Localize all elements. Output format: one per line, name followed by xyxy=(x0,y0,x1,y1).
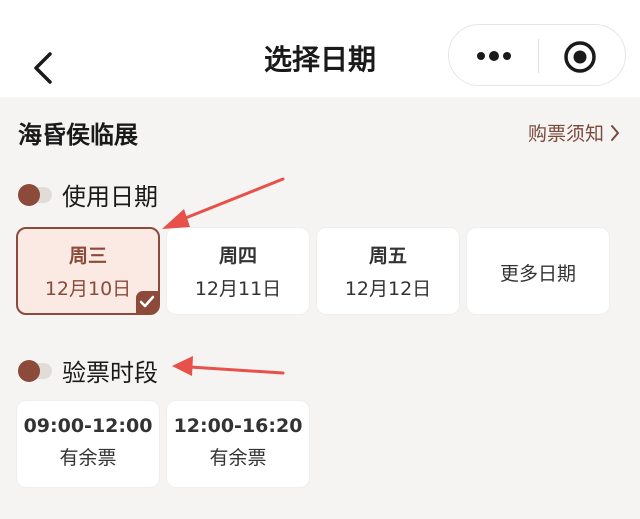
time-slot-status: 有余票 xyxy=(209,447,267,469)
navigation-bar: 选择日期 xyxy=(0,0,640,97)
time-section-title: 验票时段 xyxy=(62,359,158,387)
ticket-notice-label: 购票须知 xyxy=(527,123,604,145)
exhibit-title: 海昏侯临展 xyxy=(18,121,138,149)
time-slot-time: 09:00-12:00 xyxy=(23,415,153,437)
date-option[interactable]: 周三 12月10日 xyxy=(16,227,160,315)
date-section-title: 使用日期 xyxy=(62,183,158,211)
time-slot-option[interactable]: 12:00-16:20 有余票 xyxy=(166,400,310,488)
time-slot-status: 有余票 xyxy=(59,447,117,469)
date-option-weekday: 周五 xyxy=(368,245,407,267)
date-option-weekday: 周三 xyxy=(68,245,107,267)
date-section-header: 使用日期 xyxy=(18,177,158,212)
date-option-date: 12月11日 xyxy=(194,278,282,300)
time-slot-time: 12:00-16:20 xyxy=(173,415,303,437)
main-content: 海昏侯临展 购票须知 使用日期 周三 12月10日 周四 12月11日 周五 1… xyxy=(0,97,640,519)
date-option-weekday: 周四 xyxy=(218,245,257,267)
toggle-icon xyxy=(18,359,52,382)
close-miniprogram-icon[interactable] xyxy=(563,40,597,74)
date-option[interactable]: 周五 12月12日 xyxy=(316,227,460,315)
time-section-header: 验票时段 xyxy=(18,353,158,388)
date-option[interactable]: 周四 12月11日 xyxy=(166,227,310,315)
capsule-divider xyxy=(538,39,539,73)
more-dates-label: 更多日期 xyxy=(499,263,576,285)
time-slot-option[interactable]: 09:00-12:00 有余票 xyxy=(16,400,160,488)
miniprogram-capsule xyxy=(448,24,626,86)
checkmark-icon xyxy=(136,291,158,313)
date-option-date: 12月12日 xyxy=(344,278,432,300)
more-options-icon[interactable] xyxy=(473,44,513,68)
ticket-notice-link[interactable]: 购票须知 xyxy=(528,119,620,146)
more-dates-button[interactable]: 更多日期 xyxy=(466,227,610,315)
toggle-icon xyxy=(18,183,52,206)
chevron-right-icon xyxy=(611,124,619,141)
